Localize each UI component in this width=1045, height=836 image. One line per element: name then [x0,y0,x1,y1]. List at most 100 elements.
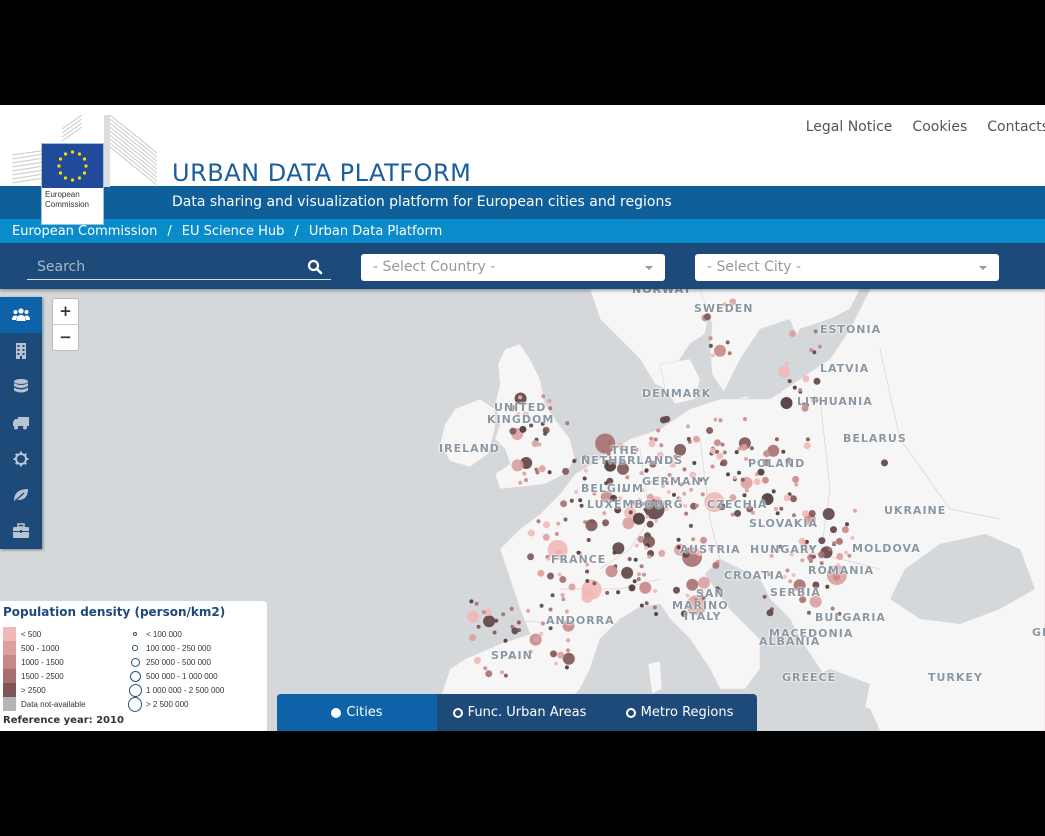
city-marker[interactable] [682,467,687,472]
city-marker[interactable] [800,558,805,563]
city-marker[interactable] [550,650,557,658]
menu-buildings[interactable] [0,333,42,369]
city-marker[interactable] [676,537,681,542]
city-marker[interactable] [778,365,791,378]
city-marker[interactable] [518,395,523,400]
menu-settings[interactable] [0,441,42,477]
city-marker[interactable] [822,508,835,520]
city-marker[interactable] [798,388,803,392]
city-marker[interactable] [616,590,621,595]
city-marker[interactable] [654,518,658,523]
city-marker[interactable] [535,470,540,475]
city-marker[interactable] [585,519,598,532]
city-marker[interactable] [762,594,767,599]
city-marker[interactable] [818,551,825,559]
city-marker[interactable] [554,661,558,666]
city-marker[interactable] [503,673,508,678]
city-marker[interactable] [501,612,506,617]
breadcrumb-european-commission[interactable]: European Commission [12,224,157,239]
city-marker[interactable] [740,443,748,451]
city-marker[interactable] [636,577,641,582]
city-marker[interactable] [483,666,488,671]
city-marker[interactable] [562,467,570,475]
city-marker[interactable] [572,459,577,464]
city-marker[interactable] [539,631,544,636]
city-marker[interactable] [560,593,565,598]
city-marker[interactable] [801,510,809,517]
city-marker[interactable] [726,472,730,477]
city-marker[interactable] [708,343,713,348]
city-marker[interactable] [830,606,835,611]
city-select[interactable]: - Select City - [695,254,999,281]
city-marker[interactable] [612,542,625,555]
city-marker[interactable] [659,443,664,448]
city-marker[interactable] [740,477,745,482]
city-marker[interactable] [774,437,779,442]
city-marker[interactable] [710,464,715,469]
city-marker[interactable] [750,510,755,515]
city-marker[interactable] [775,511,780,516]
city-marker[interactable] [509,606,514,611]
city-marker[interactable] [654,612,659,616]
city-marker[interactable] [568,583,576,591]
city-marker[interactable] [518,480,523,485]
city-marker[interactable] [625,475,630,480]
city-marker[interactable] [632,579,637,584]
cookies-link[interactable]: Cookies [912,119,967,135]
city-marker[interactable] [559,576,567,583]
city-marker[interactable] [850,536,855,540]
city-marker[interactable] [548,406,553,411]
city-marker[interactable] [527,529,535,537]
city-marker[interactable] [805,437,810,442]
city-marker[interactable] [672,492,676,497]
city-marker[interactable] [692,461,697,465]
city-marker[interactable] [710,353,715,358]
city-marker[interactable] [539,603,544,608]
city-marker[interactable] [557,651,565,659]
city-marker[interactable] [773,506,778,511]
city-marker[interactable] [622,517,635,530]
city-marker[interactable] [694,503,699,508]
city-marker[interactable] [634,543,639,548]
city-marker[interactable] [653,588,658,593]
city-marker[interactable] [633,557,638,562]
city-marker[interactable] [734,450,739,455]
city-marker[interactable] [540,621,545,626]
city-marker[interactable] [547,398,552,403]
city-marker[interactable] [639,564,644,569]
city-marker[interactable] [791,573,796,578]
city-marker[interactable] [836,553,844,560]
city-marker[interactable] [730,512,735,517]
city-marker[interactable] [836,537,843,545]
city-marker[interactable] [720,442,725,447]
city-marker[interactable] [827,547,832,552]
city-marker[interactable] [718,418,723,423]
city-marker[interactable] [639,581,652,594]
city-marker[interactable] [560,500,568,508]
european-commission-logo[interactable]: European Commission [12,115,157,225]
contacts-link[interactable]: Contacts [987,119,1045,135]
city-marker[interactable] [737,470,742,475]
city-marker[interactable] [744,488,749,493]
city-marker[interactable] [637,572,642,577]
city-marker[interactable] [543,521,550,529]
city-marker[interactable] [682,491,687,496]
city-marker[interactable] [476,624,481,629]
city-marker[interactable] [813,329,818,334]
city-marker[interactable] [700,492,705,497]
city-marker[interactable] [818,537,826,545]
city-marker[interactable] [845,522,849,527]
city-marker[interactable] [581,588,589,596]
city-marker[interactable] [803,442,811,450]
legal-notice-link[interactable]: Legal Notice [806,119,893,135]
city-marker[interactable] [685,593,690,598]
city-marker[interactable] [753,478,761,486]
city-marker[interactable] [737,446,742,451]
city-marker[interactable] [780,397,793,409]
city-marker[interactable] [761,476,769,484]
city-marker[interactable] [706,427,714,434]
city-marker[interactable] [656,428,661,433]
menu-economy[interactable] [0,513,42,549]
city-marker[interactable] [830,526,837,534]
city-marker[interactable] [526,608,531,613]
